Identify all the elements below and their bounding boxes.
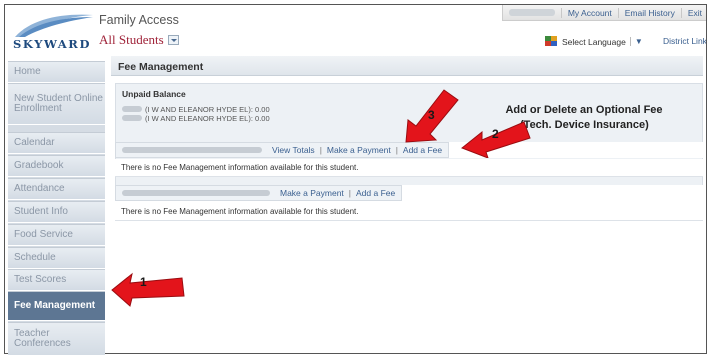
student-fee-links: Make a Payment | Add a Fee <box>115 185 403 201</box>
unpaid-balance-row: (I W AND ELEANOR HYDE EL): 0.00 <box>122 104 352 114</box>
sidebar-item-teacher-conferences[interactable]: Teacher Conferences <box>8 322 105 356</box>
logo-swoosh-icon <box>15 14 93 37</box>
callout-number-1: 1 <box>140 275 147 289</box>
logo-text: SKYWARD <box>13 37 92 51</box>
callout-arrow-1-icon <box>111 272 185 307</box>
google-translate-icon <box>545 36 558 47</box>
language-label: Select Language <box>562 36 626 47</box>
sidebar-item-schedule[interactable]: Schedule <box>8 247 105 269</box>
language-selector[interactable]: Select Language ▼ <box>545 36 643 47</box>
top-links-bar: My Account Email History Exit <box>501 5 706 21</box>
chevron-down-icon[interactable] <box>167 35 179 46</box>
sidebar-item-student-info[interactable]: Student Info <box>8 201 105 223</box>
email-history-link[interactable]: Email History <box>619 7 682 18</box>
user-name <box>503 7 562 18</box>
sidebar-item-test-scores[interactable]: Test Scores <box>8 269 105 291</box>
unpaid-school: (I W AND ELEANOR HYDE EL): <box>145 113 253 123</box>
student-name <box>122 147 262 153</box>
student-name <box>122 190 270 196</box>
unpaid-amount: 0.00 <box>255 104 270 114</box>
annotation-line-2: (Tech. Device Insurance) <box>520 119 649 131</box>
exit-link[interactable]: Exit <box>682 8 706 18</box>
unpaid-amount: 0.00 <box>255 113 270 123</box>
page-title-bar: Fee Management <box>111 56 703 76</box>
sidebar-item-food-service[interactable]: Food Service <box>8 224 105 246</box>
app-title: Family Access <box>99 13 179 27</box>
sidebar-item-home[interactable]: Home <box>8 61 105 83</box>
no-fee-info-message: There is no Fee Management information a… <box>115 159 703 177</box>
callout-number-3: 3 <box>428 108 435 122</box>
make-payment-link[interactable]: Make a Payment <box>280 188 344 198</box>
view-totals-link[interactable]: View Totals <box>272 145 315 155</box>
sidebar-nav: Home New Student Online Enrollment Calen… <box>8 61 105 356</box>
header: SKYWARD Family Access All Students My Ac… <box>5 5 706 57</box>
skyward-logo: SKYWARD <box>13 11 95 53</box>
student-selector[interactable]: All Students <box>99 32 179 48</box>
district-links[interactable]: District Links <box>663 36 706 46</box>
annotation-line-1: Add or Delete an Optional Fee <box>505 104 663 116</box>
student-fee-header: Make a Payment | Add a Fee <box>115 185 703 201</box>
callout-number-2: 2 <box>492 127 499 141</box>
page-title: Fee Management <box>118 61 204 73</box>
no-fee-info-message: There is no Fee Management information a… <box>115 203 703 221</box>
sidebar-item-fee-management[interactable]: Fee Management <box>8 291 105 321</box>
my-account-link[interactable]: My Account <box>562 7 619 18</box>
language-dropdown-icon[interactable]: ▼ <box>629 37 643 46</box>
unpaid-balance-row: (I W AND ELEANOR HYDE EL): 0.00 <box>122 113 352 123</box>
sidebar-item-attendance[interactable]: Attendance <box>8 178 105 200</box>
sidebar-item-calendar[interactable]: Calendar <box>8 132 105 154</box>
make-payment-link[interactable]: Make a Payment <box>327 145 391 155</box>
add-fee-link[interactable]: Add a Fee <box>356 188 395 198</box>
student-selector-label: All Students <box>99 32 164 47</box>
sidebar-item-new-student-enrollment[interactable]: New Student Online Enrollment <box>8 83 105 125</box>
sidebar-item-gradebook[interactable]: Gradebook <box>8 155 105 177</box>
unpaid-school: (I W AND ELEANOR HYDE EL): <box>145 104 253 114</box>
unpaid-balance-label: Unpaid Balance <box>122 89 186 99</box>
